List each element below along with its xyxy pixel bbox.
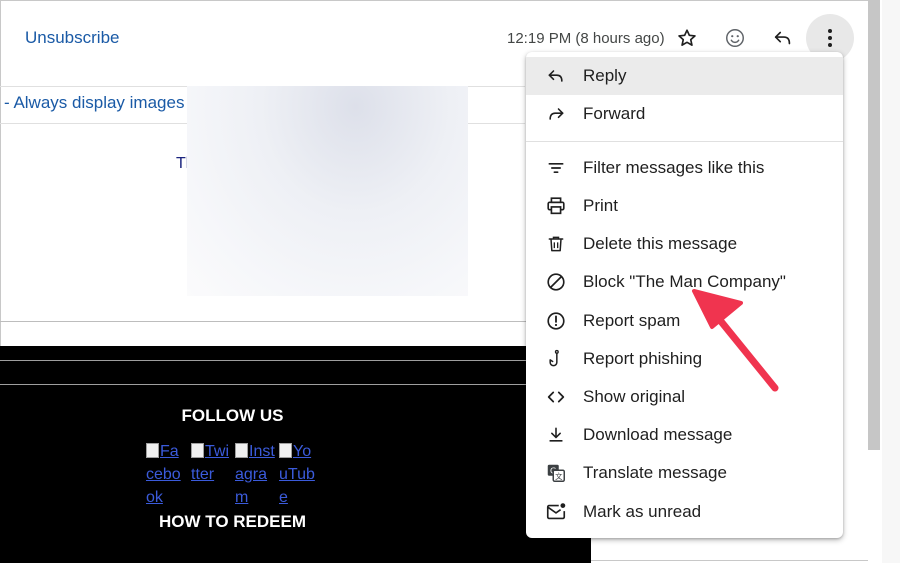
menu-item-label: Report spam (583, 311, 681, 330)
menu-item-label: Show original (583, 387, 686, 406)
menu-item-translate[interactable]: G文 Translate message (526, 454, 843, 492)
menu-item-filter[interactable]: Filter messages like this (526, 149, 843, 187)
menu-item-show-original[interactable]: Show original (526, 378, 843, 416)
menu-item-report-phishing[interactable]: Report phishing (526, 340, 843, 378)
footer-divider (0, 384, 526, 385)
broken-image-icon (191, 443, 204, 458)
print-icon (544, 194, 568, 218)
mark-unread-icon (544, 500, 568, 524)
social-link-instagram[interactable]: Instagram (235, 440, 275, 509)
menu-item-label: Reply (583, 66, 627, 85)
how-to-redeem-heading: HOW TO REDEEM (158, 512, 307, 531)
broken-image-icon (146, 443, 159, 458)
download-icon (544, 423, 568, 447)
side-panel-strip (882, 0, 900, 563)
scrollbar-thumb[interactable] (868, 0, 880, 450)
reply-icon[interactable] (766, 21, 800, 55)
social-link-twitter[interactable]: Twitter (191, 440, 231, 486)
footer-divider (0, 360, 526, 361)
forward-icon (544, 102, 568, 126)
menu-item-label: Delete this message (583, 234, 738, 253)
emoji-icon[interactable] (718, 21, 752, 55)
trash-icon (544, 232, 568, 256)
menu-item-download[interactable]: Download message (526, 416, 843, 454)
translate-icon: G文 (544, 461, 568, 485)
menu-item-block[interactable]: Block "The Man Company" (526, 263, 843, 301)
always-display-images-link[interactable]: - Always display images (4, 93, 184, 113)
star-icon[interactable] (670, 21, 704, 55)
follow-us-heading: FOLLOW US (181, 406, 284, 425)
menu-item-label: Filter messages like this (583, 158, 765, 177)
menu-item-label: Block "The Man Company" (583, 272, 786, 291)
menu-item-delete[interactable]: Delete this message (526, 225, 843, 263)
code-icon (544, 385, 568, 409)
unsubscribe-link[interactable]: Unsubscribe (25, 28, 120, 48)
block-icon (544, 270, 568, 294)
social-link-youtube[interactable]: YouTube (279, 440, 319, 509)
social-link-facebook[interactable]: Facebook (146, 440, 186, 509)
menu-item-label: Print (583, 196, 618, 215)
menu-item-label: Forward (583, 104, 646, 123)
more-options-menu: Reply Forward Filter messages like this … (526, 52, 843, 538)
menu-item-reply[interactable]: Reply (526, 57, 843, 95)
menu-item-report-spam[interactable]: Report spam (526, 302, 843, 340)
menu-item-label: Translate message (583, 463, 727, 482)
filter-icon (544, 156, 568, 180)
menu-item-print[interactable]: Print (526, 187, 843, 225)
menu-divider (526, 141, 843, 142)
broken-image-icon (235, 443, 248, 458)
phishing-hook-icon (544, 347, 568, 371)
svg-text:文: 文 (555, 472, 563, 481)
more-vert-icon (828, 29, 832, 47)
menu-item-label: Download message (583, 425, 733, 444)
divider (0, 321, 526, 322)
menu-item-label: Report phishing (583, 349, 703, 368)
report-spam-icon (544, 309, 568, 333)
menu-item-label: Mark as unread (583, 502, 702, 521)
menu-item-mark-unread[interactable]: Mark as unread (526, 493, 843, 531)
menu-item-forward[interactable]: Forward (526, 95, 843, 133)
broken-image-icon (279, 443, 292, 458)
blurred-email-content (187, 86, 468, 296)
reply-icon (544, 64, 568, 88)
message-timestamp: 12:19 PM (8 hours ago) (507, 30, 665, 47)
